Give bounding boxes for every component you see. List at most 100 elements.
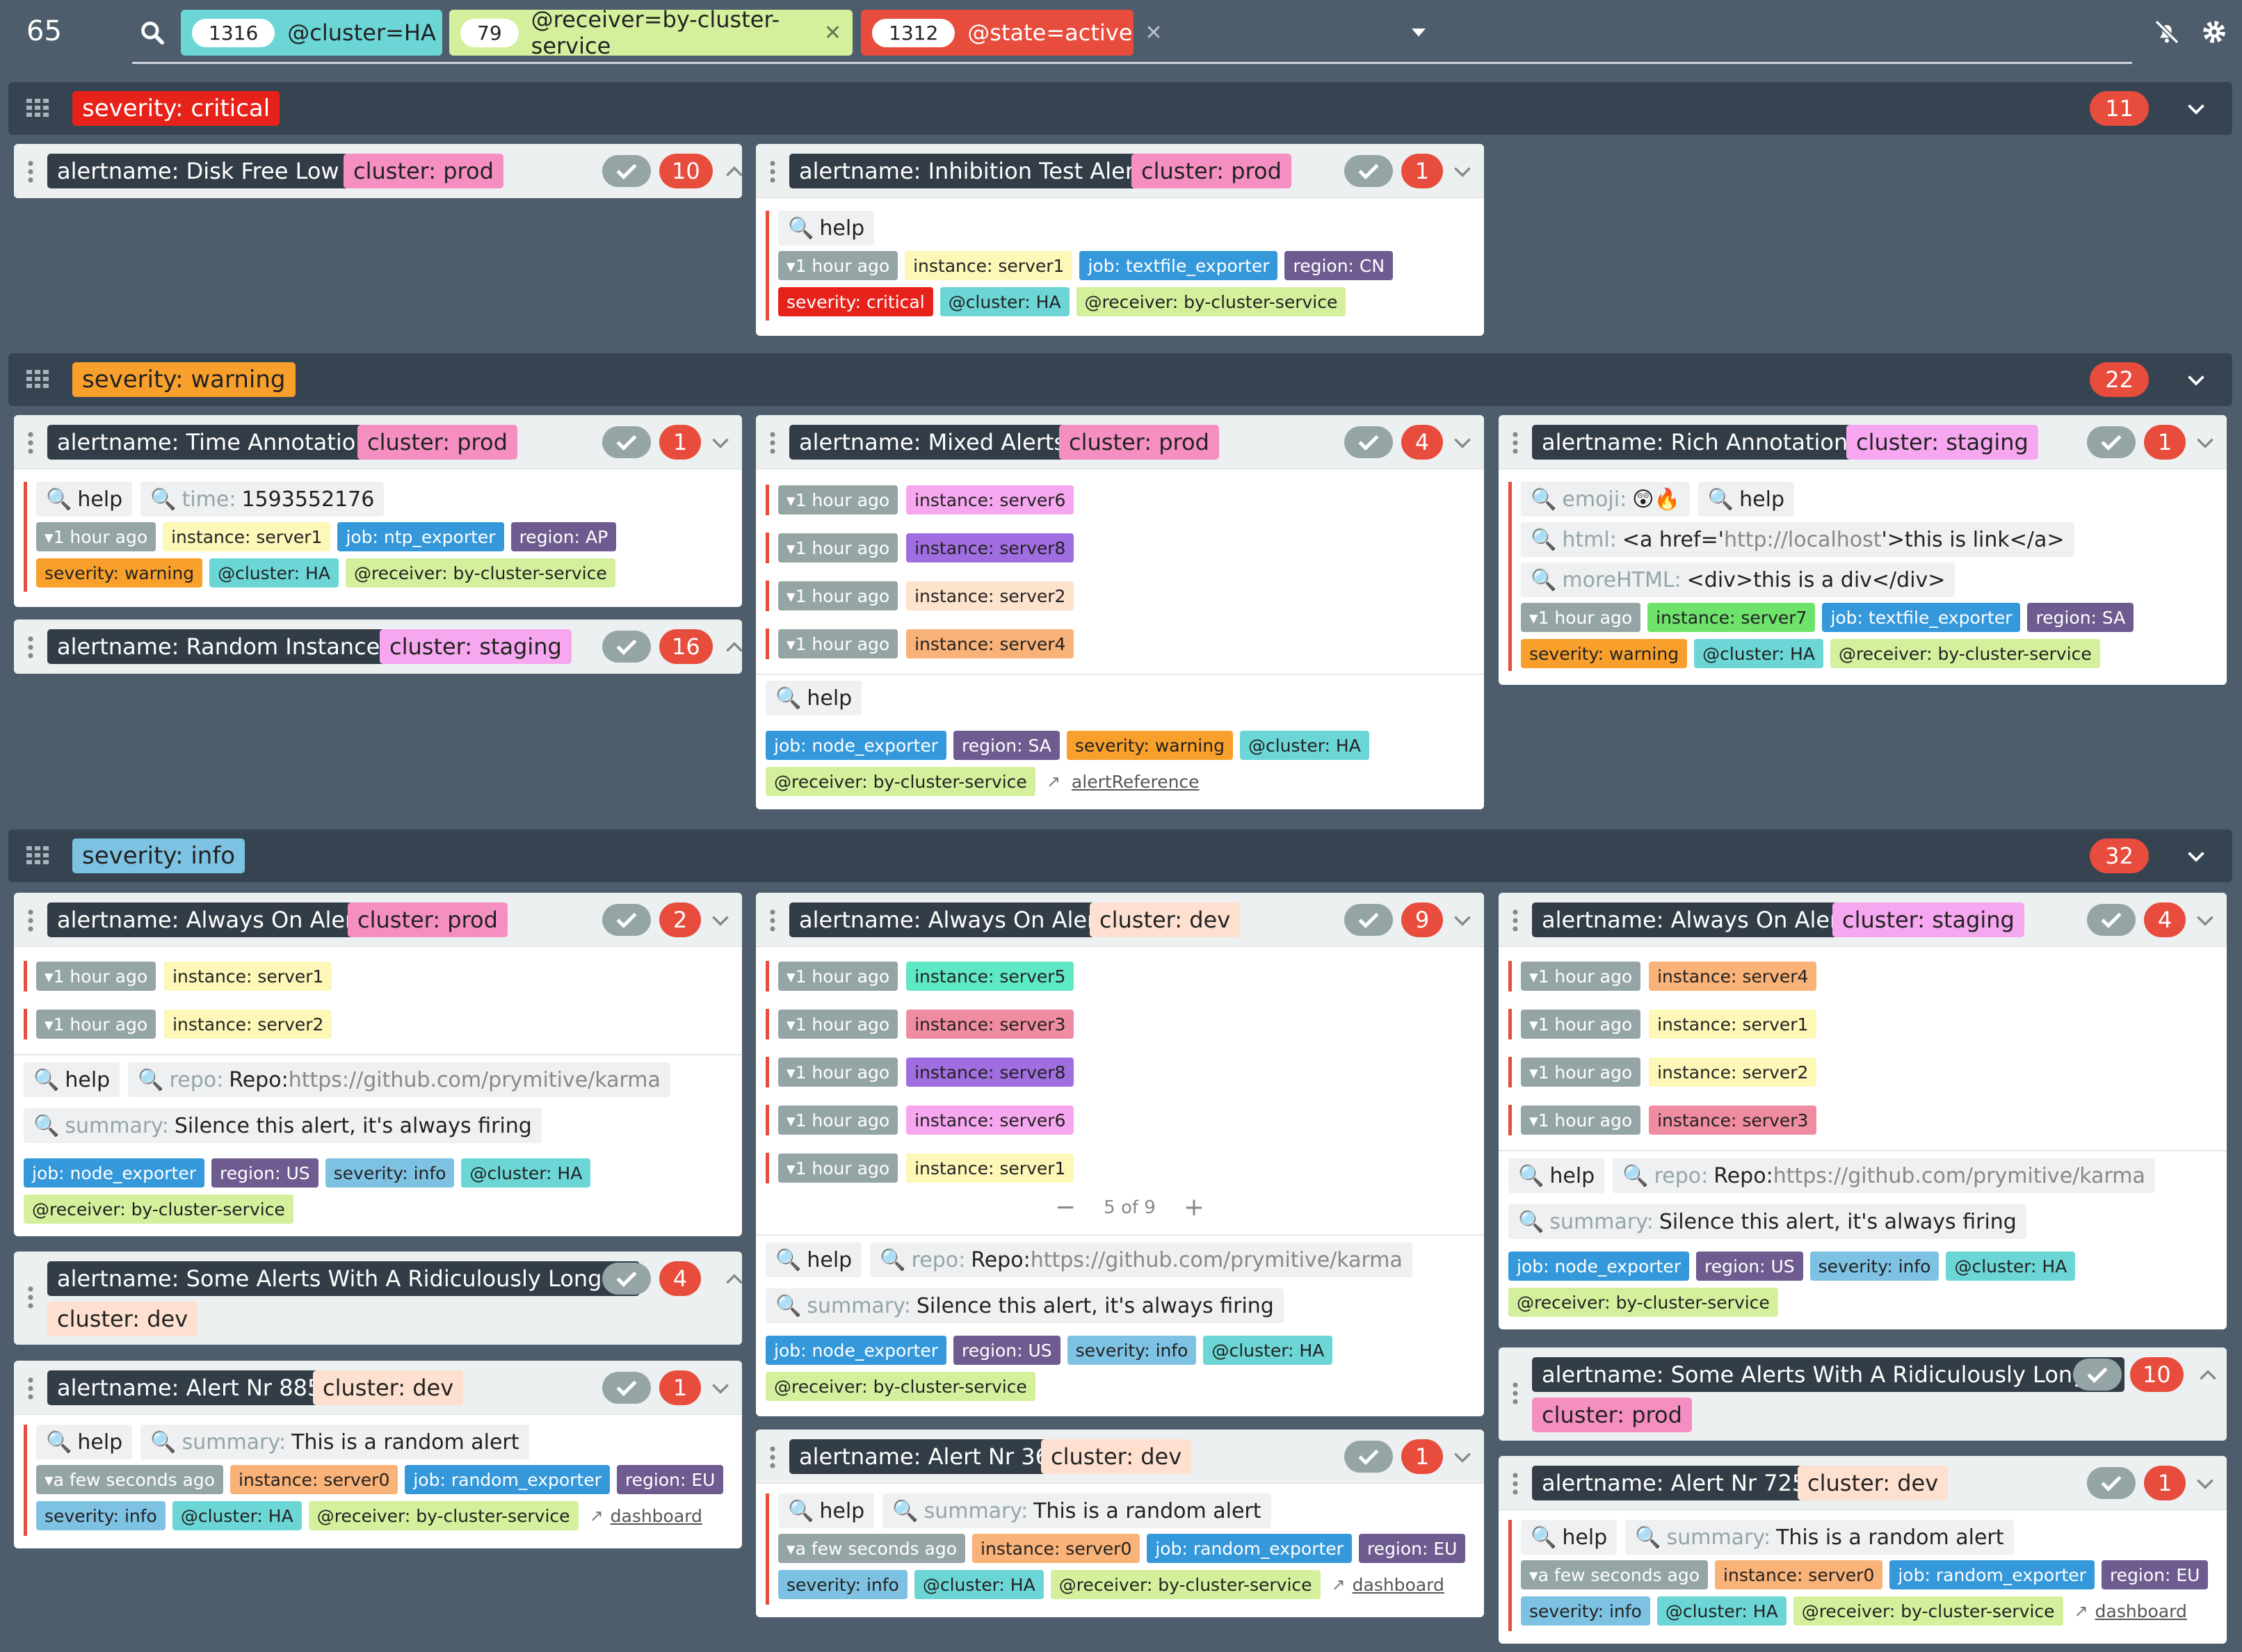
drag-handle-icon[interactable] — [1513, 432, 1518, 454]
help-annotation[interactable]: 🔍 help — [36, 1425, 133, 1459]
chevron-down-icon[interactable] — [2182, 843, 2210, 868]
repo-link[interactable]: https://github.com/prymitive/karma — [1031, 1248, 1403, 1272]
cluster-label[interactable]: cluster: dev — [1090, 902, 1241, 937]
receiver-label[interactable]: @receiver: by-cluster-service — [1830, 639, 2100, 668]
silence-button[interactable] — [2073, 1359, 2122, 1391]
minus-icon[interactable]: − — [1055, 1193, 1076, 1222]
summary-annotation[interactable]: 🔍 summary: Silence this alert, it's always… — [1508, 1204, 2026, 1239]
timestamp-label[interactable]: ▾ 1 hour ago — [778, 629, 898, 658]
timestamp-label[interactable]: ▾ 1 hour ago — [36, 1010, 156, 1039]
drag-handle-icon[interactable] — [770, 909, 775, 932]
alertname-label[interactable]: alertname: Alert Nr 885 — [47, 1370, 332, 1405]
cluster-ha-label[interactable]: @cluster: HA — [914, 1570, 1044, 1599]
alertname-label[interactable]: alertname: Alert Nr 36 — [789, 1439, 1059, 1474]
alertname-label[interactable]: alertname: Always On Alert — [789, 902, 1115, 937]
cluster-label[interactable]: cluster: prod — [348, 902, 508, 937]
drag-handle-icon[interactable] — [770, 432, 775, 454]
instance-label[interactable]: instance: server3 — [1649, 1106, 1817, 1135]
cluster-label[interactable]: cluster: dev — [1798, 1466, 1949, 1500]
instance-label[interactable]: instance: server4 — [1649, 962, 1817, 991]
grid-icon[interactable] — [26, 370, 50, 389]
filter-chip-cluster[interactable]: 1316@cluster=HA✕ — [181, 10, 466, 56]
drag-handle-icon[interactable] — [770, 161, 775, 183]
cluster-ha-label[interactable]: @cluster: HA — [1656, 1596, 1787, 1626]
receiver-label[interactable]: @receiver: by-cluster-service — [24, 1195, 293, 1224]
job-label[interactable]: job: node_exporter — [1508, 1252, 1690, 1281]
dashboard-link[interactable]: dashboard — [2095, 1601, 2187, 1621]
timestamp-label[interactable]: ▾ 1 hour ago — [36, 522, 156, 551]
severity-label[interactable]: severity: info — [1809, 1252, 1939, 1281]
region-label[interactable]: region: AP — [510, 522, 617, 551]
silence-button[interactable] — [602, 1372, 651, 1404]
alertname-label[interactable]: alertname: Inhibition Test Alert — [789, 154, 1153, 188]
cluster-label[interactable]: cluster: prod — [1532, 1398, 1692, 1432]
alertname-label[interactable]: alertname: Some Alerts With A Ridiculous… — [47, 1261, 640, 1296]
instance-label[interactable]: instance: server0 — [972, 1534, 1140, 1563]
instance-label[interactable]: instance: server1 — [906, 1153, 1074, 1183]
region-label[interactable]: region: EU — [616, 1465, 724, 1494]
cluster-ha-label[interactable]: @cluster: HA — [1239, 731, 1369, 760]
alertname-label[interactable]: alertname: Rich Annotations — [1532, 425, 1869, 460]
receiver-label[interactable]: @receiver: by-cluster-service — [1050, 1570, 1321, 1599]
help-annotation[interactable]: 🔍 help — [36, 482, 133, 517]
drag-handle-icon[interactable] — [1513, 1473, 1518, 1495]
cluster-label[interactable]: cluster: prod — [1131, 154, 1291, 188]
receiver-label[interactable]: @receiver: by-cluster-service — [766, 767, 1035, 796]
severity-label[interactable]: severity: warning — [1521, 639, 1688, 668]
group-label[interactable]: severity: critical — [72, 91, 280, 126]
help-annotation[interactable]: 🔍 help — [1521, 1520, 1618, 1555]
instance-label[interactable]: instance: server2 — [906, 581, 1074, 610]
alertname-label[interactable]: alertname: Mixed Alerts — [789, 425, 1076, 460]
bell-slash-icon[interactable] — [2153, 18, 2181, 46]
severity-label[interactable]: severity: info — [1521, 1596, 1650, 1626]
receiver-label[interactable]: @receiver: by-cluster-service — [308, 1501, 579, 1530]
instance-label[interactable]: instance: server0 — [230, 1465, 398, 1494]
chevron-down-icon[interactable] — [1451, 162, 1474, 181]
repo-link[interactable]: https://github.com/prymitive/karma — [1773, 1164, 2145, 1188]
close-icon[interactable]: ✕ — [824, 21, 841, 45]
silence-button[interactable] — [2087, 1467, 2136, 1499]
timestamp-label[interactable]: ▾ a few seconds ago — [36, 1465, 224, 1494]
severity-label[interactable]: severity: warning — [1066, 731, 1233, 760]
caret-down-icon[interactable] — [1405, 18, 1433, 46]
timestamp-label[interactable]: ▾ 1 hour ago — [778, 485, 898, 515]
timestamp-label[interactable]: ▾ 1 hour ago — [778, 1010, 898, 1039]
annotation-link[interactable]: http://localhost — [1724, 528, 1882, 552]
chevron-down-icon[interactable] — [2182, 96, 2210, 121]
grid-icon[interactable] — [26, 99, 50, 118]
timestamp-label[interactable]: ▾ a few seconds ago — [778, 1534, 966, 1563]
instance-label[interactable]: instance: server2 — [164, 1010, 332, 1039]
alert-reference-link[interactable]: alertReference — [1072, 772, 1200, 792]
severity-label[interactable]: severity: info — [778, 1570, 908, 1599]
help-annotation[interactable]: 🔍 help — [778, 1493, 875, 1528]
cluster-label[interactable]: cluster: prod — [1059, 425, 1219, 460]
receiver-label[interactable]: @receiver: by-cluster-service — [1076, 287, 1346, 316]
alertname-label[interactable]: alertname: Always On Alert — [47, 902, 373, 937]
cluster-ha-label[interactable]: @cluster: HA — [1694, 639, 1823, 668]
alertname-label[interactable]: alertname: Some Alerts With A Ridiculous… — [1532, 1357, 2125, 1392]
help-annotation[interactable]: 🔍 help — [24, 1062, 120, 1097]
summary-annotation[interactable]: 🔍 summary: This is a random alert — [882, 1493, 1271, 1528]
gear-icon[interactable] — [2200, 18, 2228, 46]
cluster-label[interactable]: cluster: dev — [1041, 1439, 1192, 1474]
drag-handle-icon[interactable] — [28, 636, 33, 658]
instance-label[interactable]: instance: server1 — [163, 522, 331, 551]
instance-label[interactable]: instance: server4 — [906, 629, 1074, 658]
drag-handle-icon[interactable] — [28, 1377, 33, 1400]
timestamp-label[interactable]: ▾ 1 hour ago — [1521, 1106, 1641, 1135]
cluster-ha-label[interactable]: @cluster: HA — [1946, 1252, 2076, 1281]
chevron-up-icon[interactable] — [723, 638, 742, 657]
drag-handle-icon[interactable] — [28, 1286, 33, 1309]
timestamp-label[interactable]: ▾ 1 hour ago — [778, 581, 898, 610]
instance-label[interactable]: instance: server6 — [906, 1106, 1074, 1135]
chevron-down-icon[interactable] — [2194, 1474, 2216, 1493]
silence-button[interactable] — [602, 155, 651, 187]
region-label[interactable]: region: US — [953, 1336, 1060, 1365]
summary-annotation[interactable]: 🔍 summary: This is a random alert — [140, 1425, 529, 1459]
instance-label[interactable]: instance: server5 — [906, 962, 1074, 991]
severity-label[interactable]: severity: info — [1067, 1336, 1197, 1365]
drag-handle-icon[interactable] — [1513, 909, 1518, 932]
region-label[interactable]: region: EU — [1358, 1534, 1466, 1563]
timestamp-label[interactable]: ▾ 1 hour ago — [778, 251, 898, 280]
chevron-down-icon[interactable] — [709, 1379, 732, 1398]
